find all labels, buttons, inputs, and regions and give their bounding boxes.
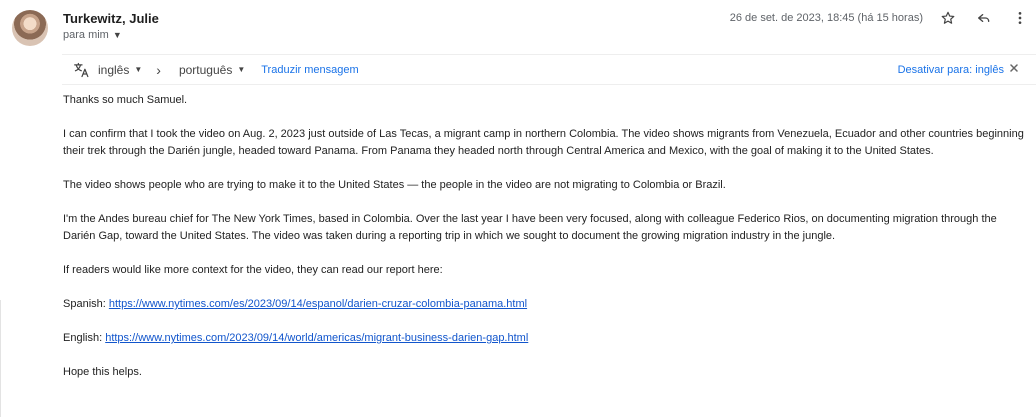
body-paragraph: Thanks so much Samuel. [63,94,188,106]
chevron-down-icon[interactable]: ▼ [113,30,122,40]
close-icon[interactable] [1008,62,1020,74]
translate-message-link[interactable]: Traduzir mensagem [261,64,358,76]
translate-bar: inglês ▼ › português ▼ Traduzir mensagem… [62,54,1036,85]
translate-icon [72,61,92,79]
reply-icon[interactable] [974,8,994,28]
source-language-select[interactable]: inglês ▼ [98,63,142,77]
recipient-label: para mim [63,29,109,41]
target-language-label: português [178,62,233,77]
body-paragraph: I'm the Andes bureau chief for The New Y… [63,213,997,242]
recipient-line[interactable]: para mim ▼ [63,29,122,41]
spanish-article-link[interactable]: https://www.nytimes.com/es/2023/09/14/es… [109,298,527,310]
closing-line: Hope this helps. [63,366,142,378]
body-paragraph: I can confirm that I took the video on A… [63,128,1024,157]
english-article-link[interactable]: https://www.nytimes.com/2023/09/14/world… [105,332,528,344]
chevron-right-icon: › [156,61,161,78]
body-paragraph: If readers would like more context for t… [63,264,443,276]
avatar[interactable] [12,10,48,46]
timestamp: 26 de set. de 2023, 18:45 (há 15 horas) [729,12,923,24]
body-paragraph: The video shows people who are trying to… [63,179,726,191]
spanish-label: Spanish: [63,298,109,310]
sender-name[interactable]: Turkewitz, Julie [63,11,159,26]
spanish-link-line: Spanish: https://www.nytimes.com/es/2023… [63,296,1029,313]
message-body: Thanks so much Samuel. I can confirm tha… [63,92,1029,381]
english-link-line: English: https://www.nytimes.com/2023/09… [63,330,1029,347]
source-language-label: inglês [98,62,130,77]
disable-translation-link[interactable]: Desativar para: inglês [898,64,1004,76]
star-icon[interactable] [938,8,958,28]
english-label: English: [63,332,106,344]
chevron-down-icon: ▼ [237,65,246,74]
chevron-down-icon: ▼ [134,65,143,74]
target-language-select[interactable]: português ▼ [179,63,245,77]
more-vert-icon[interactable] [1010,8,1030,28]
divider [0,300,1,417]
